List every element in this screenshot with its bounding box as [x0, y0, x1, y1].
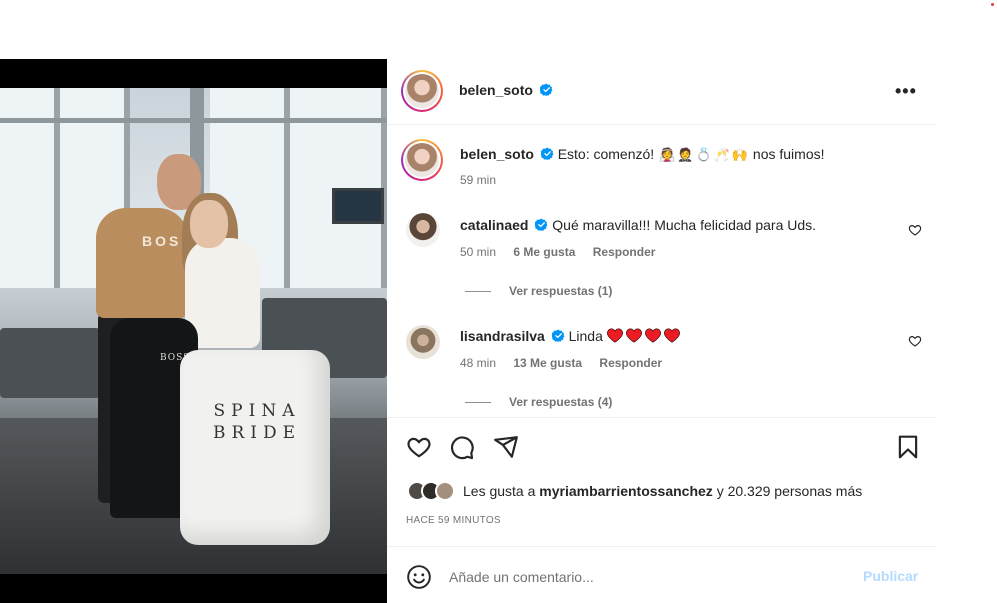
caption-author-avatar[interactable]	[401, 139, 443, 181]
caption-time[interactable]: 59 min	[460, 173, 496, 187]
red-heart-emoji-icon	[625, 328, 642, 343]
comment-likes[interactable]: 6 Me gusta	[513, 245, 575, 259]
post-photo: BOSS BOSS SPINA BRIDE	[0, 88, 387, 574]
post-header: belen_soto •••	[387, 59, 937, 125]
raised-hands-emoji-icon: 🙌	[731, 147, 749, 162]
replies-divider-line	[465, 290, 491, 292]
red-hearts-emoji-group	[606, 328, 683, 344]
author-avatar[interactable]	[401, 70, 443, 112]
post-media[interactable]: BOSS BOSS SPINA BRIDE	[0, 59, 387, 603]
verified-badge-icon	[551, 329, 565, 342]
likes-summary: Les gusta a myriambarrientossanchez y 20…	[407, 481, 862, 501]
add-comment-input[interactable]	[449, 565, 839, 589]
like-comment-heart-icon[interactable]	[908, 223, 922, 237]
window-corner-dot	[991, 3, 994, 6]
replies-divider-line	[465, 401, 491, 403]
verified-badge-icon	[540, 147, 554, 160]
more-options-button[interactable]: •••	[895, 81, 917, 102]
comment-box-divider	[387, 546, 937, 547]
comment-text: Qué maravilla!!! Mucha felicidad para Ud…	[552, 217, 817, 233]
man-figure	[96, 208, 188, 318]
comment-username[interactable]: lisandrasilva	[460, 328, 545, 344]
liker-avatars[interactable]	[407, 481, 455, 501]
comment-text: Linda	[568, 328, 603, 344]
save-bookmark-icon[interactable]	[895, 434, 921, 460]
comment-text-row: catalinaed Qué maravilla!!! Mucha felici…	[460, 217, 816, 233]
comment-avatar[interactable]	[406, 325, 440, 359]
comment-meta: 50 min 6 Me gusta Responder	[460, 245, 655, 259]
caption-username[interactable]: belen_soto	[460, 146, 534, 162]
post-timestamp[interactable]: HACE 59 MINUTOS	[406, 515, 501, 526]
groom-emoji-icon: 🤵	[677, 147, 694, 162]
departure-screen	[332, 188, 384, 224]
share-paper-plane-icon[interactable]	[493, 434, 519, 460]
waiting-seats	[0, 328, 100, 398]
likes-prefix: Les gusta a	[463, 483, 536, 499]
comment-meta: 48 min 13 Me gusta Responder	[460, 356, 662, 370]
view-replies-button[interactable]: Ver respuestas (1)	[465, 284, 612, 298]
comment-avatar[interactable]	[406, 213, 440, 247]
emoji-smiley-icon[interactable]	[406, 564, 432, 590]
toast-emoji-icon: 🥂	[713, 147, 730, 162]
comment-likes[interactable]: 13 Me gusta	[513, 356, 582, 370]
verified-badge-icon	[535, 218, 548, 231]
comment-username[interactable]: catalinaed	[460, 217, 528, 233]
reply-button[interactable]: Responder	[599, 356, 662, 370]
view-replies-label: Ver respuestas (4)	[509, 395, 613, 409]
woman-figure-head	[190, 200, 228, 248]
likes-suffix[interactable]: y 20.329 personas más	[717, 483, 863, 499]
post-side-panel: belen_soto ••• belen_soto Esto: comenzó!…	[387, 59, 937, 603]
red-heart-emoji-icon	[663, 328, 680, 343]
author-username[interactable]: belen_soto	[459, 82, 533, 98]
red-heart-emoji-icon	[606, 328, 623, 343]
author-name-row: belen_soto	[459, 82, 553, 100]
reply-button[interactable]: Responder	[593, 245, 656, 259]
verified-badge-icon	[540, 83, 553, 96]
caption-tail: nos fuimos!	[752, 146, 825, 162]
view-replies-button[interactable]: Ver respuestas (4)	[465, 395, 612, 409]
bag-print-text: SPINA BRIDE	[212, 401, 302, 443]
caption-text: Esto: comenzó!	[557, 146, 655, 162]
like-heart-icon[interactable]	[406, 434, 432, 460]
garment-bag-white	[180, 350, 330, 545]
view-replies-label: Ver respuestas (1)	[509, 284, 613, 298]
likes-user[interactable]: myriambarrientossanchez	[539, 483, 713, 499]
red-heart-emoji-icon	[644, 328, 661, 343]
comment-text-row: lisandrasilva Linda	[460, 328, 683, 344]
liker-avatar	[435, 481, 455, 501]
caption: belen_soto Esto: comenzó! 👰 🤵 💍 🥂 🙌 nos fuim…	[460, 146, 825, 163]
comment-time[interactable]: 48 min	[460, 356, 496, 370]
like-comment-heart-icon[interactable]	[908, 334, 922, 348]
comment-bubble-icon[interactable]	[449, 434, 475, 460]
actions-divider	[387, 417, 937, 418]
bride-emoji-icon: 👰	[659, 147, 676, 162]
comment-time[interactable]: 50 min	[460, 245, 496, 259]
ring-emoji-icon: 💍	[695, 147, 712, 162]
publish-button[interactable]: Publicar	[863, 568, 918, 584]
